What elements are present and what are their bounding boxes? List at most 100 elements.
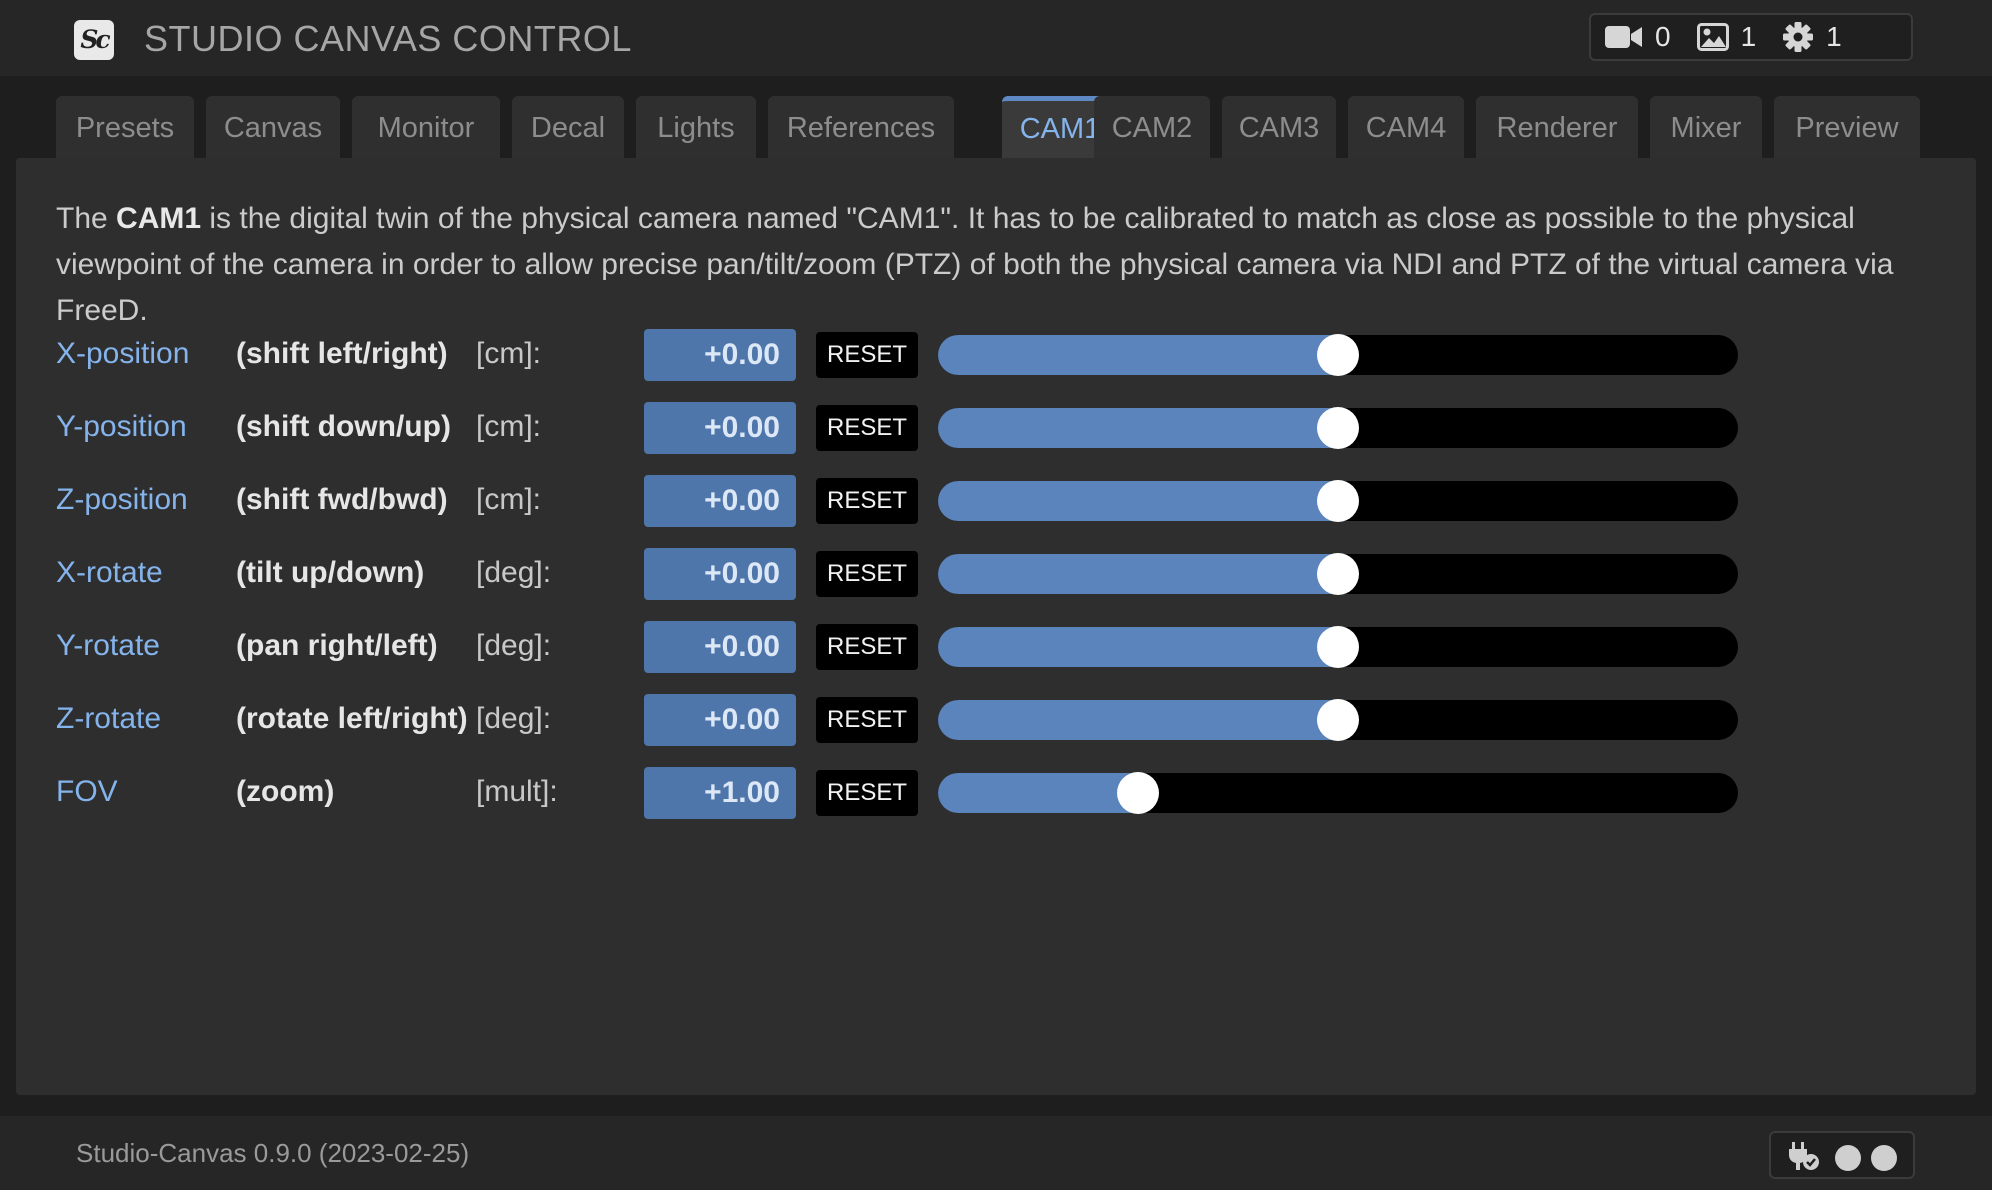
app-footer: Studio-Canvas 0.9.0 (2023-02-25) [0,1116,1992,1190]
control-name: X-rotate [56,556,163,589]
tab-bar: Presets Canvas Monitor Decal Lights Refe… [0,76,1992,158]
control-unit: [cm]: [476,337,541,370]
z-position-value-field[interactable]: +0.00 [644,475,796,527]
version-text: Studio-Canvas 0.9.0 (2023-02-25) [76,1138,470,1168]
x-rotate-value-field[interactable]: +0.00 [644,548,796,600]
y-position-slider[interactable] [938,407,1738,449]
image-count: 1 [1740,21,1757,52]
control-name: X-position [56,337,190,370]
control-row-fov: FOV (zoom) [mult]: +1.00 RESET [16,767,1976,819]
description-prefix: The [56,202,117,235]
x-position-reset-button[interactable]: RESET [816,332,918,378]
cam1-panel: The CAM1 is the digital twin of the phys… [16,158,1976,1095]
control-row-y-position: Y-position (shift down/up) [cm]: +0.00 RESET [16,402,1976,454]
slider-fill [938,408,1338,448]
slider-thumb[interactable] [1317,334,1359,376]
control-unit: [deg]: [476,629,552,662]
control-row-y-rotate: Y-rotate (pan right/left) [deg]: +0.00 RESET [16,621,1976,673]
video-camera-icon [1605,24,1643,50]
fov-value-field[interactable]: +1.00 [644,767,796,819]
description-text: is the digital twin of the physical came… [56,202,1894,327]
fov-slider[interactable] [938,772,1738,814]
image-status: 1 [1696,21,1757,53]
tab-preview[interactable]: Preview [1774,96,1920,158]
control-row-z-rotate: Z-rotate (rotate left/right) [deg]: +0.00 RE… [16,694,1976,746]
gear-icon [1782,21,1814,53]
control-row-x-position: X-position (shift left/right) [cm]: +0.00 RE… [16,329,1976,381]
tab-cam3[interactable]: CAM3 [1222,96,1336,158]
y-position-value-field[interactable]: +0.00 [644,402,796,454]
slider-thumb[interactable] [1317,407,1359,449]
tab-presets[interactable]: Presets [56,96,194,158]
description-camera-name: CAM1 [116,202,202,235]
tab-cam2[interactable]: CAM2 [1094,96,1210,158]
slider-thumb[interactable] [1317,480,1359,522]
slider-thumb[interactable] [1317,699,1359,741]
x-rotate-slider[interactable] [938,553,1738,595]
z-rotate-value-field[interactable]: +0.00 [644,694,796,746]
control-unit: [cm]: [476,483,541,516]
camera-count: 0 [1655,21,1671,52]
plug-connected-icon [1787,1142,1821,1177]
slider-fill [938,700,1338,740]
connection-dot-2 [1871,1145,1897,1171]
app-header: Sc STUDIO CANVAS CONTROL 0 1 1 [0,0,1992,76]
connection-status [1769,1131,1915,1179]
control-description: (pan right/left) [236,629,438,662]
control-row-z-position: Z-position (shift fwd/bwd) [cm]: +0.00 RESET [16,475,1976,527]
tab-lights[interactable]: Lights [636,96,756,158]
z-position-reset-button[interactable]: RESET [816,478,918,524]
control-unit: [deg]: [476,556,552,589]
z-rotate-reset-button[interactable]: RESET [816,697,918,743]
y-rotate-value-field[interactable]: +0.00 [644,621,796,673]
control-description: (shift left/right) [236,337,448,370]
slider-thumb[interactable] [1317,626,1359,668]
slider-fill [938,481,1338,521]
control-name: Y-position [56,410,187,443]
control-unit: [mult]: [476,775,558,808]
tab-monitor[interactable]: Monitor [352,96,500,158]
panel-description: The CAM1 is the digital twin of the phys… [56,196,1946,334]
y-position-reset-button[interactable]: RESET [816,405,918,451]
camera-status: 0 [1605,21,1671,53]
control-name: Y-rotate [56,629,160,662]
slider-fill [938,773,1138,813]
tab-references[interactable]: References [768,96,954,158]
slider-thumb[interactable] [1117,772,1159,814]
slider-fill [938,554,1338,594]
status-indicators: 0 1 1 [1589,13,1913,61]
control-description: (tilt up/down) [236,556,425,589]
y-rotate-slider[interactable] [938,626,1738,668]
tab-canvas[interactable]: Canvas [206,96,340,158]
app-logo: Sc [74,20,114,60]
control-description: (shift fwd/bwd) [236,483,448,516]
x-position-value-field[interactable]: +0.00 [644,329,796,381]
x-position-slider[interactable] [938,334,1738,376]
image-icon [1696,23,1729,51]
slider-fill [938,627,1338,667]
z-position-slider[interactable] [938,480,1738,522]
tab-mixer[interactable]: Mixer [1650,96,1762,158]
control-name: Z-position [56,483,188,516]
control-name: Z-rotate [56,702,162,735]
fov-reset-button[interactable]: RESET [816,770,918,816]
control-description: (rotate left/right) [236,702,468,735]
slider-thumb[interactable] [1317,553,1359,595]
app-title: STUDIO CANVAS CONTROL [144,18,632,59]
control-description: (shift down/up) [236,410,451,443]
slider-fill [938,335,1338,375]
z-rotate-slider[interactable] [938,699,1738,741]
y-rotate-reset-button[interactable]: RESET [816,624,918,670]
settings-count: 1 [1826,21,1842,52]
settings-status: 1 [1782,21,1842,53]
connection-dot-1 [1835,1145,1861,1171]
control-name: FOV [56,775,118,808]
tab-renderer[interactable]: Renderer [1476,96,1638,158]
tab-decal[interactable]: Decal [512,96,624,158]
x-rotate-reset-button[interactable]: RESET [816,551,918,597]
tab-cam4[interactable]: CAM4 [1348,96,1464,158]
control-unit: [deg]: [476,702,552,735]
control-unit: [cm]: [476,410,541,443]
control-row-x-rotate: X-rotate (tilt up/down) [deg]: +0.00 RESET [16,548,1976,600]
control-description: (zoom) [236,775,335,808]
